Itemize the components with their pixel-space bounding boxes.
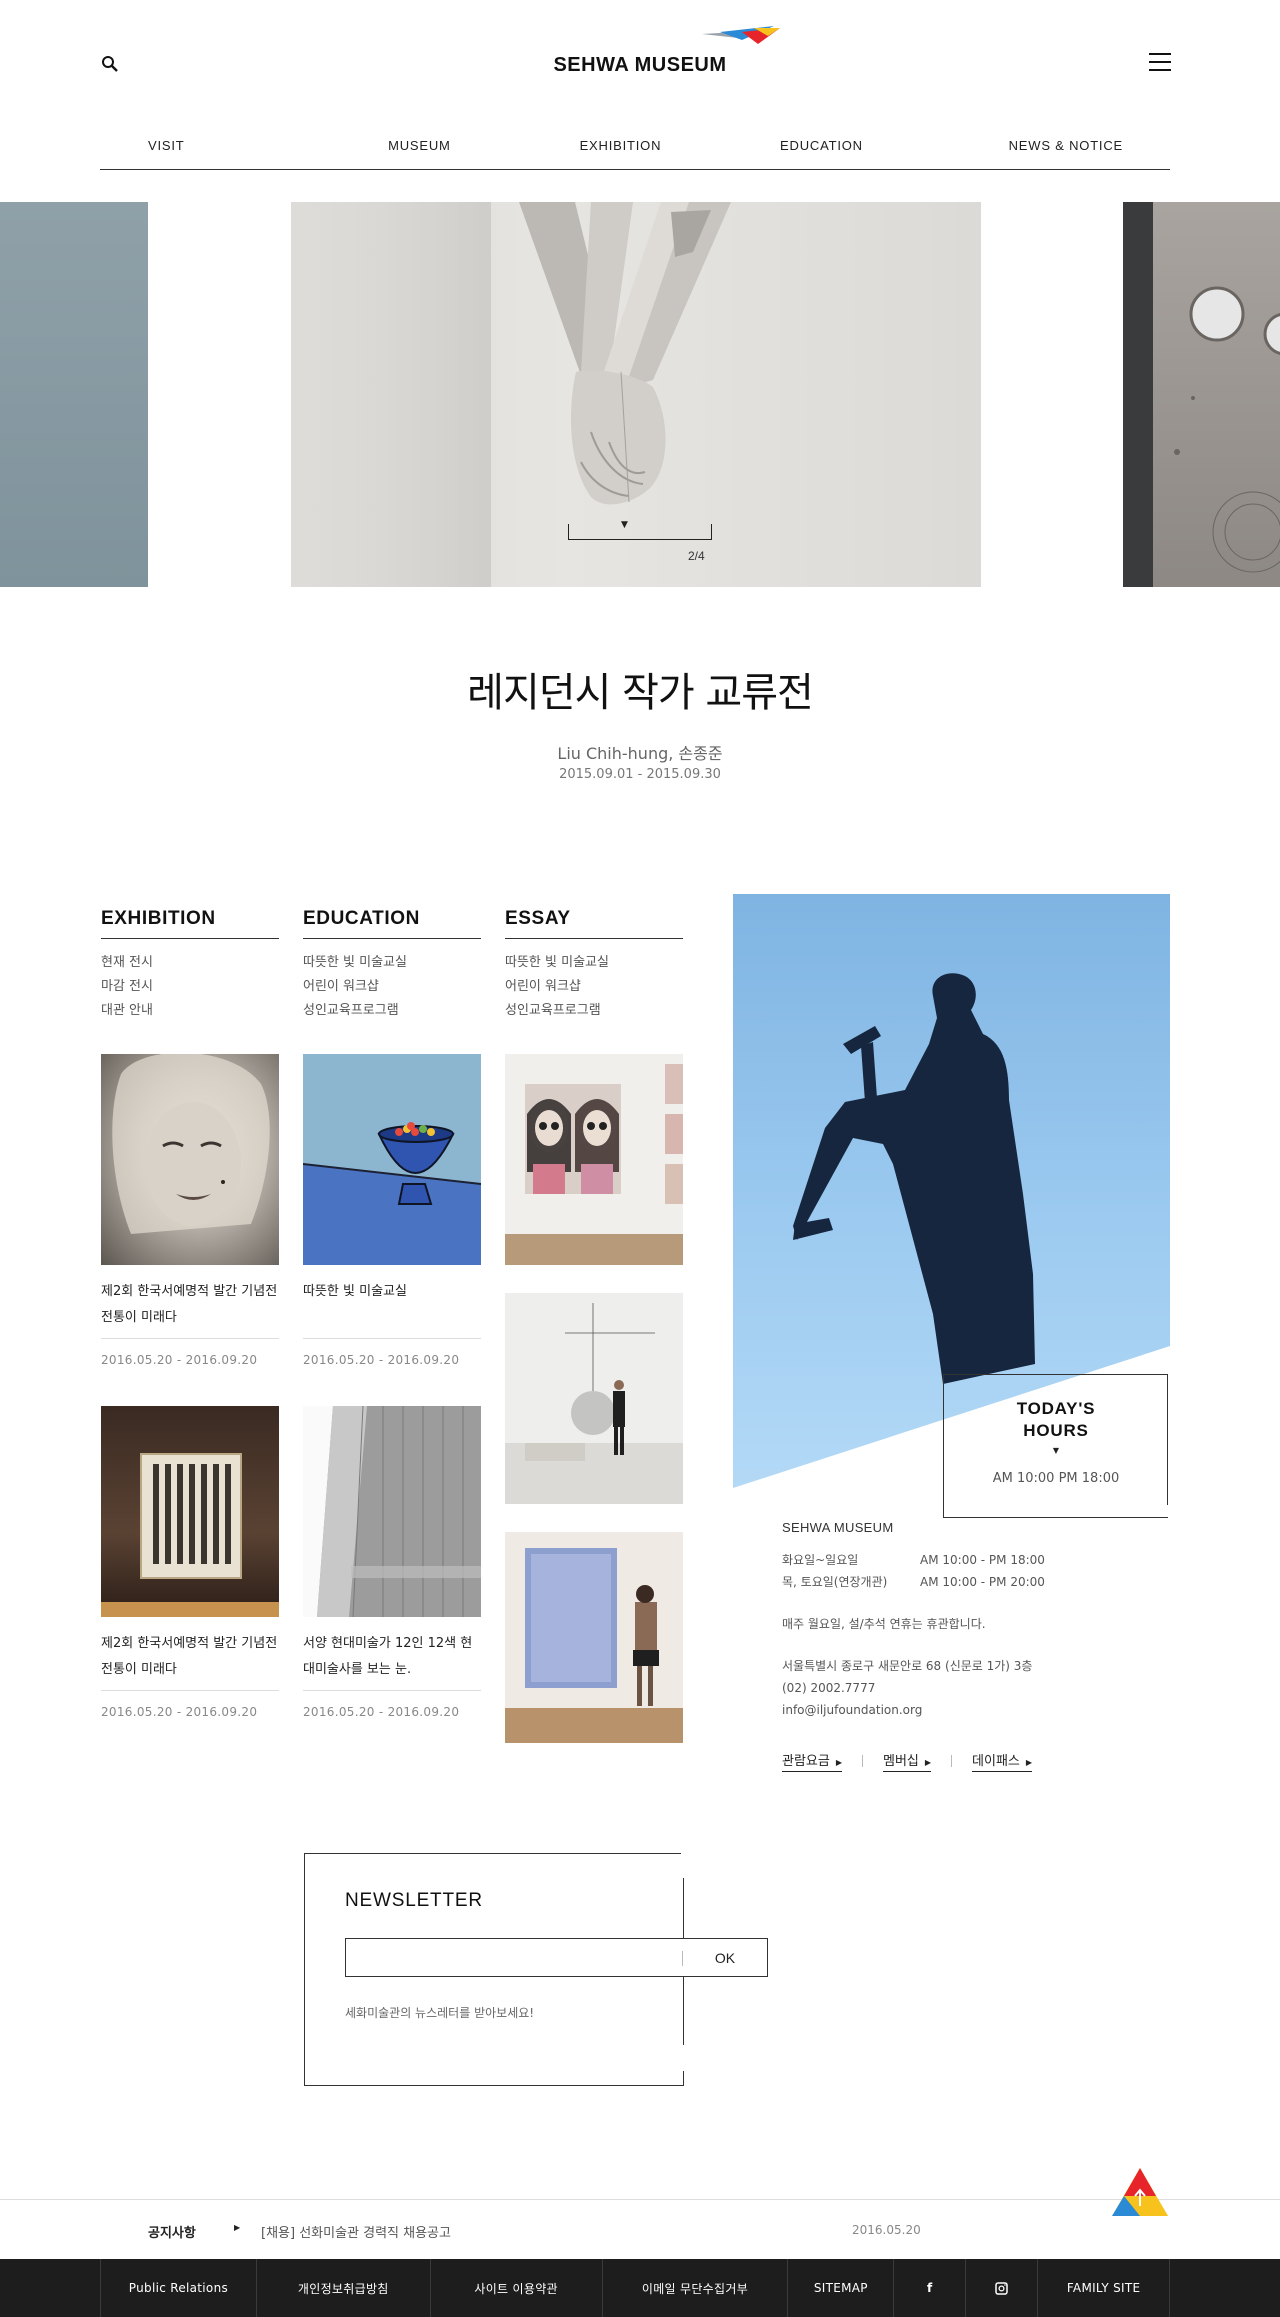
newsletter-title: NEWSLETTER bbox=[345, 1890, 483, 1911]
slider-indicator[interactable]: ▼ bbox=[568, 520, 712, 540]
exhibition-section: EXHIBITION 현재 전시 마감 전시 대관 안내 bbox=[101, 908, 279, 1023]
essay-image[interactable] bbox=[505, 1054, 683, 1265]
notice-label: 공지사항 bbox=[148, 2226, 196, 2241]
card-date: 2016.05.20 - 2016.09.20 bbox=[101, 1353, 258, 1367]
newsletter-form: OK bbox=[345, 1938, 768, 1977]
exhibition-card[interactable]: 제2회 한국서예명적 발간 기념전 전통이 미래다 2016.05.20 - 2… bbox=[101, 1406, 279, 1719]
exhibition-heading[interactable]: EXHIBITION bbox=[101, 908, 279, 939]
card-caption: 제2회 한국서예명적 발간 기념전 전통이 미래다 bbox=[101, 1279, 279, 1339]
card-image bbox=[303, 1406, 481, 1617]
menu-icon[interactable] bbox=[1149, 53, 1171, 73]
main-nav: VISIT MUSEUM EXHIBITION EDUCATION NEWS &… bbox=[100, 138, 1170, 170]
exhibition-title: 레지던시 작가 교류전 bbox=[467, 670, 814, 716]
card-image bbox=[101, 1406, 279, 1617]
exhibition-artist: Liu Chih-hung, 손종준 bbox=[557, 744, 723, 763]
link-past-exhibition[interactable]: 마감 전시 bbox=[101, 975, 279, 999]
nav-item-museum[interactable]: MUSEUM bbox=[319, 138, 520, 169]
newsletter-description: 세화미술관의 뉴스레터를 받아보세요! bbox=[345, 2006, 535, 2020]
newsletter-email-input[interactable] bbox=[346, 1939, 682, 1976]
nav-item-education[interactable]: EDUCATION bbox=[721, 138, 922, 169]
link-essay-adult-program[interactable]: 성인교육프로그램 bbox=[505, 999, 683, 1023]
nav-item-visit[interactable]: VISIT bbox=[100, 138, 319, 169]
card-date: 2016.05.20 - 2016.09.20 bbox=[101, 1705, 258, 1719]
newsletter-box: NEWSLETTER OK 세화미술관의 뉴스레터를 받아보세요! bbox=[304, 1852, 768, 2086]
info-email[interactable]: info@iljufoundation.org bbox=[782, 1699, 1142, 1721]
slide-prev-image[interactable] bbox=[0, 202, 148, 587]
site-footer: Public Relations 개인정보취급방침 사이트 이용약관 이메일 무… bbox=[0, 2259, 1280, 2317]
caret-down-icon[interactable]: ▼ bbox=[944, 1446, 1168, 1455]
hours-title: TODAY'S HOURS bbox=[1016, 1399, 1096, 1440]
card-date: 2016.05.20 - 2016.09.20 bbox=[303, 1705, 460, 1719]
search-icon[interactable] bbox=[100, 54, 122, 76]
notice-link[interactable]: [채용] 선화미술관 경력직 채용공고 bbox=[261, 2222, 451, 2241]
education-section: EDUCATION 따뜻한 빛 미술교실 어린이 워크샵 성인교육프로그램 bbox=[303, 908, 481, 1023]
nav-item-exhibition[interactable]: EXHIBITION bbox=[520, 138, 721, 169]
daypass-link[interactable]: 데이패스 ▶ bbox=[972, 1750, 1033, 1772]
site-header: SEHWA MUSEUM VISIT MUSEUM EXHIBITION EDU… bbox=[0, 0, 1280, 175]
link-current-exhibition[interactable]: 현재 전시 bbox=[101, 951, 279, 975]
info-closed: 매주 월요일, 설/추석 연휴는 휴관합니다. bbox=[782, 1617, 986, 1631]
link-art-class[interactable]: 따뜻한 빛 미술교실 bbox=[303, 951, 481, 975]
card-image bbox=[101, 1054, 279, 1265]
link-kids-workshop[interactable]: 어린이 워크샵 bbox=[303, 975, 481, 999]
card-image bbox=[303, 1054, 481, 1265]
card-caption: 따뜻한 빛 미술교실 bbox=[303, 1279, 481, 1339]
footer-privacy-policy[interactable]: 개인정보취급방침 bbox=[257, 2259, 431, 2317]
footer-public-relations[interactable]: Public Relations bbox=[101, 2259, 257, 2317]
info-hours-row: 목, 토요일(연장개관) AM 10:00 - PM 20:00 bbox=[782, 1575, 1045, 1589]
membership-link[interactable]: 멤버십 ▶ bbox=[883, 1750, 932, 1772]
todays-hours-box: TODAY'S HOURS ▼ AM 10:00 PM 18:00 bbox=[943, 1374, 1169, 1518]
info-address: 서울특별시 종로구 새문안로 68 (신문로 1가) 3층 bbox=[782, 1659, 1033, 1673]
notice-bar: 공지사항 ▶ [채용] 선화미술관 경력직 채용공고 2016.05.20 bbox=[0, 2199, 1280, 2259]
card-date: 2016.05.20 - 2016.09.20 bbox=[303, 1353, 460, 1367]
education-heading[interactable]: EDUCATION bbox=[303, 908, 481, 939]
scroll-top-icon[interactable] bbox=[1112, 2168, 1168, 2216]
essay-heading[interactable]: ESSAY bbox=[505, 908, 683, 939]
site-logo[interactable]: SEHWA MUSEUM bbox=[540, 24, 780, 84]
slider-page-count: 2/4 bbox=[688, 549, 705, 563]
instagram-icon[interactable] bbox=[966, 2259, 1039, 2317]
footer-sitemap[interactable]: SITEMAP bbox=[788, 2259, 895, 2317]
footer-family-site[interactable]: FAMILY SITE bbox=[1038, 2259, 1171, 2317]
caret-down-icon: ▼ bbox=[621, 520, 628, 530]
arrow-right-icon: ▶ bbox=[234, 2223, 241, 2232]
education-card[interactable]: 서양 현대미술가 12인 12색 현대미술사를 보는 눈. 2016.05.20… bbox=[303, 1406, 481, 1719]
education-card[interactable]: 따뜻한 빛 미술교실 2016.05.20 - 2016.09.20 bbox=[303, 1054, 481, 1367]
info-links: 관람요금 ▶ 멤버십 ▶ 데이패스 ▶ bbox=[782, 1750, 1033, 1772]
notice-date: 2016.05.20 bbox=[852, 2223, 921, 2237]
admission-fee-link[interactable]: 관람요금 ▶ bbox=[782, 1750, 842, 1772]
link-essay-art-class[interactable]: 따뜻한 빛 미술교실 bbox=[505, 951, 683, 975]
link-essay-kids-workshop[interactable]: 어린이 워크샵 bbox=[505, 975, 683, 999]
essay-image[interactable] bbox=[505, 1532, 683, 1743]
museum-info: SEHWA MUSEUM 화요일~일요일 AM 10:00 - PM 18:00 … bbox=[782, 1520, 1142, 1721]
essay-section: ESSAY 따뜻한 빛 미술교실 어린이 워크샵 성인교육프로그램 bbox=[505, 908, 683, 1023]
slide-next-image[interactable] bbox=[1123, 202, 1280, 587]
logo-mark-icon bbox=[702, 26, 780, 44]
info-phone: (02) 2002.7777 bbox=[782, 1681, 876, 1695]
info-hours-row: 화요일~일요일 AM 10:00 - PM 18:00 bbox=[782, 1553, 1045, 1567]
nav-item-news-notice[interactable]: NEWS & NOTICE bbox=[922, 138, 1170, 169]
essay-image[interactable] bbox=[505, 1293, 683, 1504]
link-rental-info[interactable]: 대관 안내 bbox=[101, 999, 279, 1023]
facebook-icon[interactable]: f bbox=[894, 2259, 967, 2317]
exhibition-card[interactable]: 제2회 한국서예명적 발간 기념전 전통이 미래다 2016.05.20 - 2… bbox=[101, 1054, 279, 1367]
card-caption: 제2회 한국서예명적 발간 기념전 전통이 미래다 bbox=[101, 1631, 279, 1691]
card-caption: 서양 현대미술가 12인 12색 현대미술사를 보는 눈. bbox=[303, 1631, 481, 1691]
logo-text: SEHWA MUSEUM bbox=[553, 54, 727, 76]
footer-email-refusal[interactable]: 이메일 무단수집거부 bbox=[603, 2259, 789, 2317]
info-museum-name: SEHWA MUSEUM bbox=[782, 1520, 894, 1535]
newsletter-ok-button[interactable]: OK bbox=[682, 1951, 767, 1966]
link-adult-program[interactable]: 성인교육프로그램 bbox=[303, 999, 481, 1023]
hours-time: AM 10:00 PM 18:00 bbox=[992, 1471, 1120, 1486]
footer-terms[interactable]: 사이트 이용약관 bbox=[431, 2259, 603, 2317]
exhibition-date: 2015.09.01 - 2015.09.30 bbox=[559, 767, 721, 782]
